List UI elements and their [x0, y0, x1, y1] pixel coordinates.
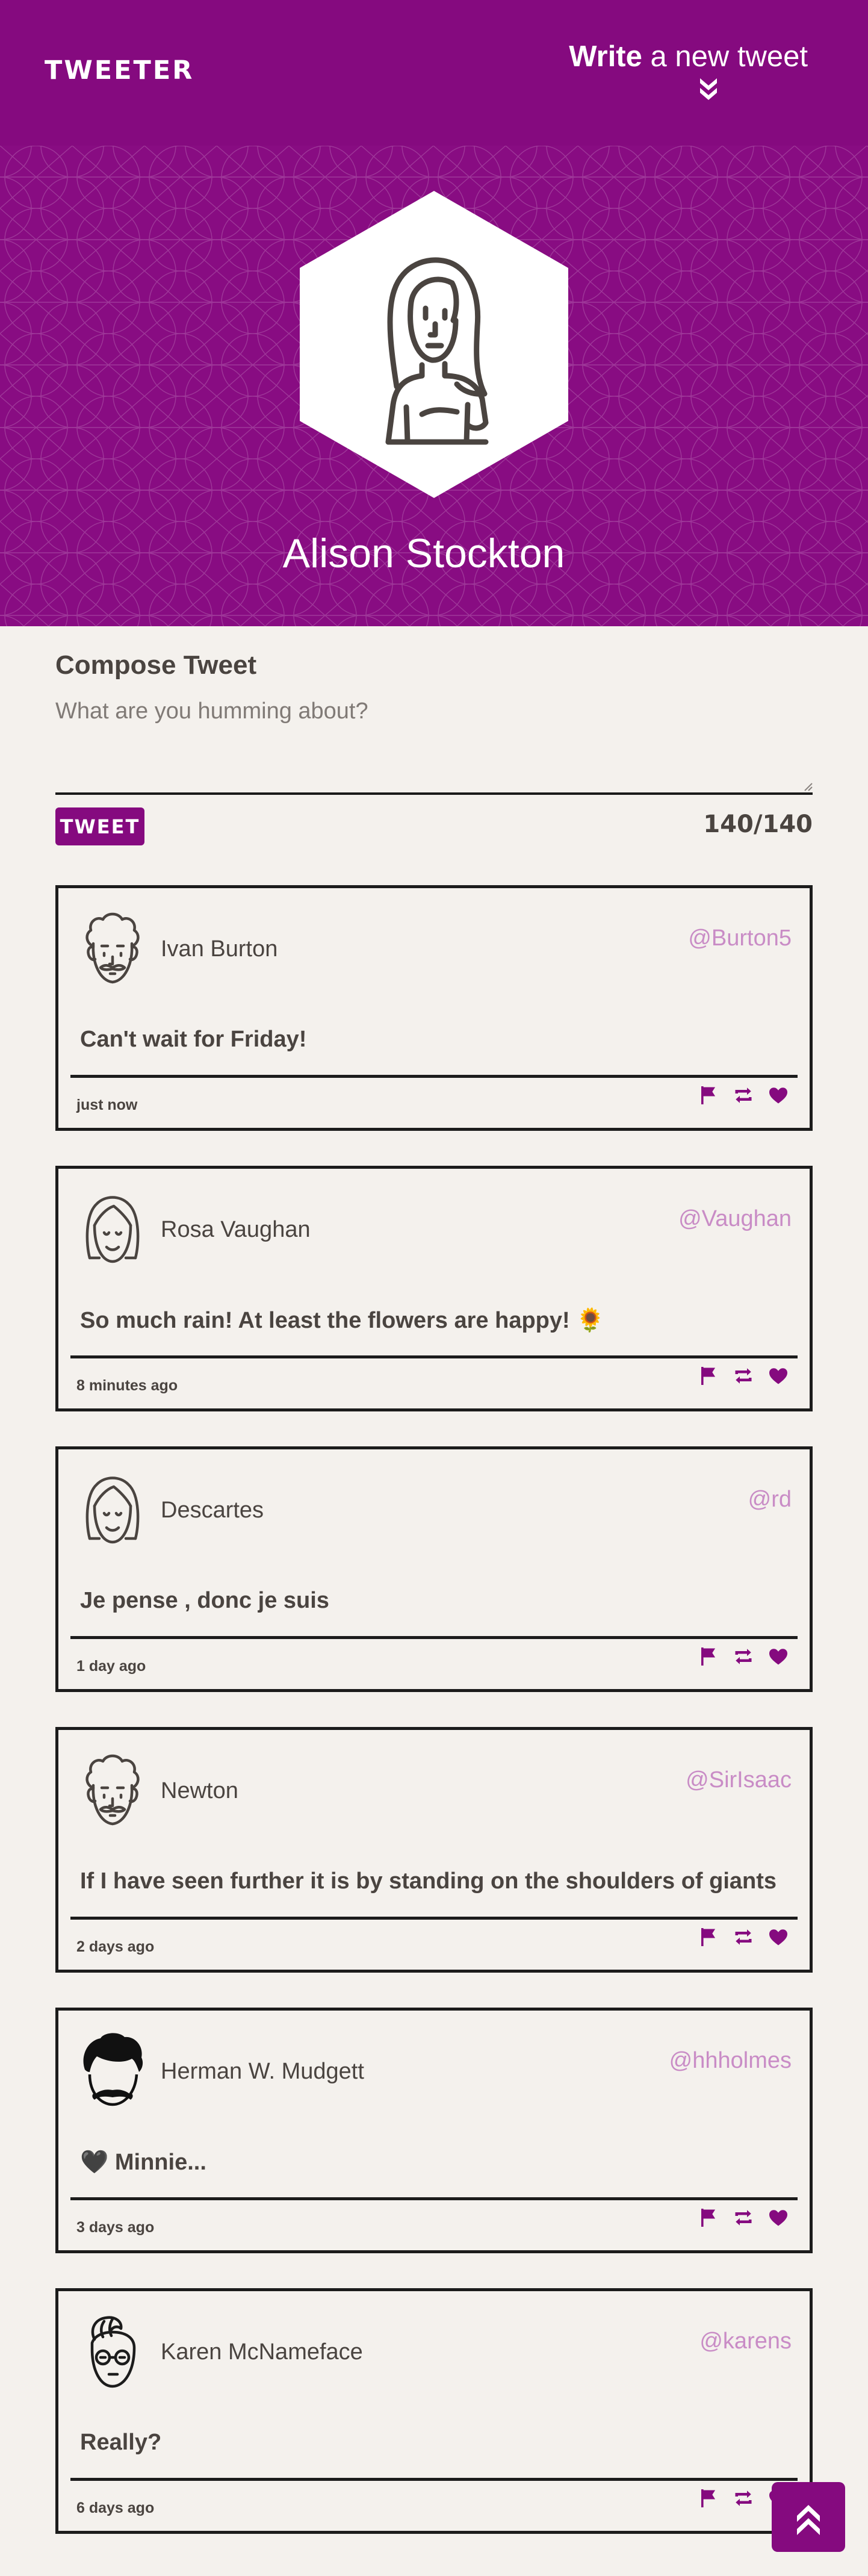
- write-link-rest: a new tweet: [642, 40, 808, 73]
- heart-icon[interactable]: [767, 1926, 789, 1948]
- tweet-author-handle[interactable]: @rd: [748, 1487, 792, 1513]
- curly-man-avatar-icon: [76, 910, 149, 991]
- tweet-text: If I have seen further it is by standing…: [80, 1868, 777, 1894]
- tweet-card: Newton @SirIsaac If I have seen further …: [55, 1727, 813, 1973]
- top-navbar: TWEETER Write a new tweet: [0, 0, 868, 146]
- profile-name: Alison Stockton: [282, 530, 565, 576]
- glasses-woman-avatar-icon: [76, 2313, 149, 2394]
- tweet-text: 🖤 Minnie...: [80, 2150, 206, 2175]
- double-chevron-up-icon: [797, 2505, 820, 2535]
- tweet-author-handle[interactable]: @Vaughan: [678, 1206, 792, 1232]
- tweet-card: Rosa Vaughan @Vaughan So much rain! At l…: [55, 1166, 813, 1411]
- moustache-man-avatar-icon: [76, 2032, 149, 2113]
- tweet-author-handle[interactable]: @karens: [699, 2329, 792, 2354]
- profile-avatar[interactable]: [300, 191, 568, 498]
- tweet-author-name[interactable]: Rosa Vaughan: [161, 1217, 311, 1243]
- tweet-timestamp: 3 days ago: [76, 2219, 155, 2236]
- tweet-author-name[interactable]: Newton: [161, 1778, 238, 1804]
- tweet-timestamp: just now: [76, 1097, 138, 1113]
- tweet-divider: [70, 1917, 798, 1920]
- tweet-text: Can't wait for Friday!: [80, 1027, 307, 1052]
- tweet-text: So much rain! At least the flowers are h…: [80, 1308, 605, 1333]
- heart-icon[interactable]: [767, 1365, 789, 1387]
- compose-tweet-input[interactable]: [55, 698, 813, 795]
- compose-title: Compose Tweet: [55, 650, 257, 680]
- tweet-divider: [70, 1355, 798, 1358]
- profile-banner: Alison Stockton: [0, 146, 868, 626]
- flag-icon[interactable]: [698, 2487, 719, 2509]
- heart-icon[interactable]: [767, 2207, 789, 2229]
- tweet-text: Je pense , donc je suis: [80, 1588, 329, 1613]
- flag-icon[interactable]: [698, 1084, 719, 1106]
- scroll-to-top-button[interactable]: [772, 2482, 845, 2552]
- flag-icon[interactable]: [698, 2207, 719, 2229]
- character-counter: 140/140: [703, 810, 813, 838]
- retweet-icon[interactable]: [733, 2207, 754, 2229]
- tweet-actions: [698, 1363, 789, 1389]
- tweet-author-handle[interactable]: @Burton5: [688, 926, 792, 951]
- curly-man-avatar-icon: [76, 1752, 149, 1832]
- double-chevron-down-icon[interactable]: [698, 76, 719, 102]
- tweet-card: Karen McNameface @karens Really? 6 days …: [55, 2288, 813, 2534]
- tweet-card: Ivan Burton @Burton5 Can't wait for Frid…: [55, 885, 813, 1131]
- tweet-timestamp: 2 days ago: [76, 1938, 155, 1955]
- flag-icon[interactable]: [698, 1365, 719, 1387]
- tweet-text: Really?: [80, 2430, 162, 2455]
- tweet-actions: [698, 2204, 789, 2231]
- tweet-timestamp: 6 days ago: [76, 2500, 155, 2516]
- tweet-divider: [70, 1636, 798, 1639]
- flag-icon[interactable]: [698, 1646, 719, 1667]
- tweet-timestamp: 1 day ago: [76, 1658, 146, 1675]
- tweet-author-handle[interactable]: @hhholmes: [669, 2048, 792, 2074]
- tweet-author-name[interactable]: Herman W. Mudgett: [161, 2059, 364, 2085]
- heart-icon[interactable]: [767, 1084, 789, 1106]
- retweet-icon[interactable]: [733, 2487, 754, 2509]
- tweet-divider: [70, 1075, 798, 1078]
- tweet-card: Herman W. Mudgett @hhholmes 🖤 Minnie... …: [55, 2008, 813, 2253]
- flag-icon[interactable]: [698, 1926, 719, 1948]
- write-new-tweet-link[interactable]: Write a new tweet: [569, 40, 808, 73]
- tweet-actions: [698, 1082, 789, 1109]
- bangs-woman-avatar-icon: [76, 1190, 149, 1271]
- bangs-woman-avatar-icon: [76, 1471, 149, 1552]
- retweet-icon[interactable]: [733, 1365, 754, 1387]
- resize-handle-icon[interactable]: [802, 780, 813, 791]
- tweet-card: Descartes @rd Je pense , donc je suis 1 …: [55, 1446, 813, 1692]
- retweet-icon[interactable]: [733, 1646, 754, 1667]
- brand-logo[interactable]: TWEETER: [45, 55, 194, 86]
- tweet-author-name[interactable]: Karen McNameface: [161, 2339, 363, 2365]
- write-link-bold: Write: [569, 40, 642, 73]
- tweet-button[interactable]: TWEET: [55, 807, 144, 845]
- retweet-icon[interactable]: [733, 1926, 754, 1948]
- tweet-author-name[interactable]: Descartes: [161, 1498, 264, 1523]
- tweet-divider: [70, 2197, 798, 2200]
- tweet-actions: [698, 1643, 789, 1670]
- tweet-author-handle[interactable]: @SirIsaac: [686, 1767, 792, 1793]
- heart-icon[interactable]: [767, 1646, 789, 1667]
- tweet-actions: [698, 1924, 789, 1950]
- tweet-divider: [70, 2478, 798, 2481]
- tweet-author-name[interactable]: Ivan Burton: [161, 936, 277, 962]
- retweet-icon[interactable]: [733, 1084, 754, 1106]
- tweet-timestamp: 8 minutes ago: [76, 1377, 178, 1394]
